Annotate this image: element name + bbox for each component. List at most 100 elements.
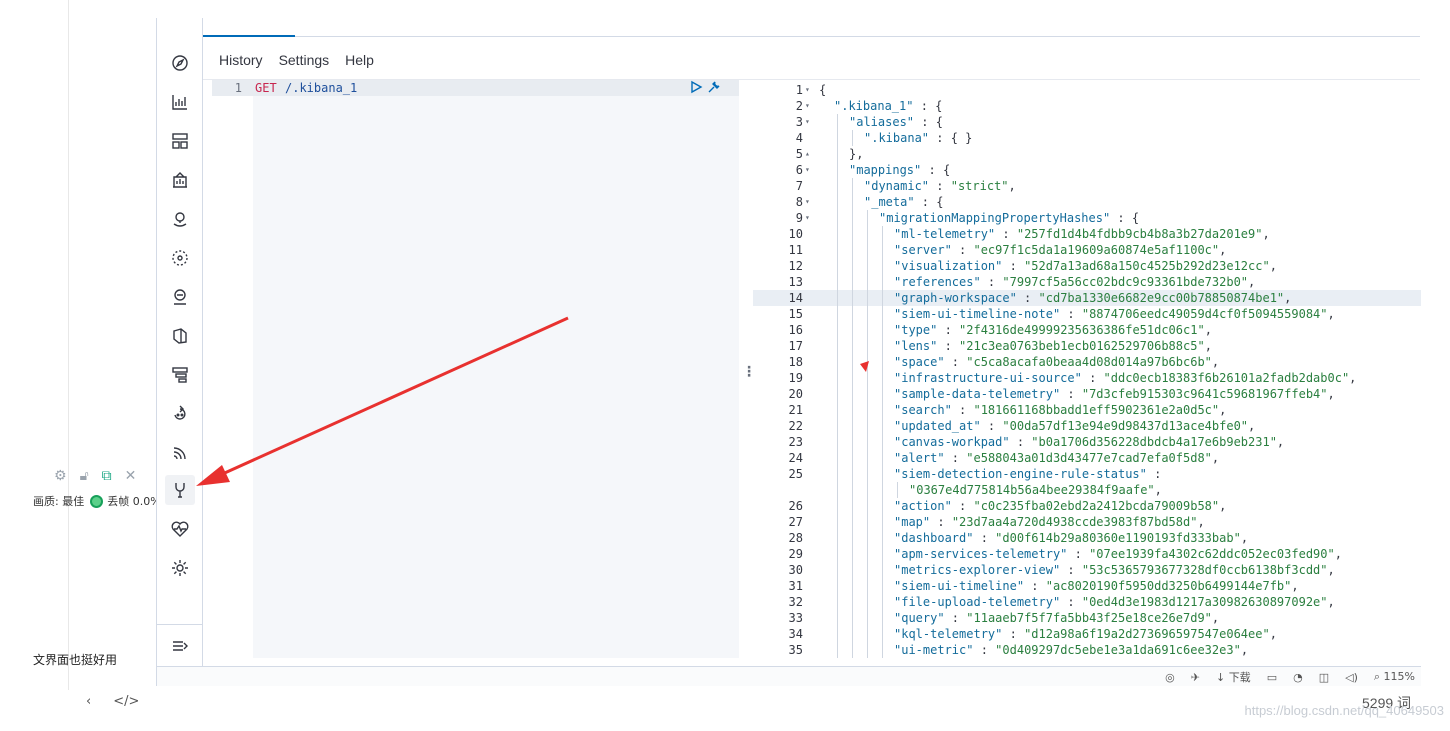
fold-toggle-icon[interactable]: ▾ <box>805 114 810 130</box>
background-status: 画质: 最佳 丢帧 0.0% <box>33 493 161 509</box>
fold-toggle-icon[interactable]: ▾ <box>805 162 810 178</box>
dashboard-icon[interactable] <box>165 126 195 156</box>
response-line-number: 1 <box>795 83 803 97</box>
screen-icon[interactable]: ▭ <box>1267 671 1277 684</box>
response-line-number: 11 <box>788 243 803 257</box>
response-line[interactable]: "0367e4d775814b56a4bee29384f9aafe", <box>753 482 1421 498</box>
response-line[interactable]: 30 "metrics-explorer-view" : "53c53657936… <box>753 562 1421 578</box>
request-line-number: 1 <box>234 81 242 95</box>
window-icon[interactable]: ◫ <box>1319 671 1329 684</box>
response-line[interactable]: 20 "sample-data-telemetry" : "7d3cfeb9153… <box>753 386 1421 402</box>
response-line[interactable]: 27 "map" : "23d7aa4a720d4938ccde3983f87bd… <box>753 514 1421 530</box>
back-icon[interactable]: ‹ <box>86 694 91 709</box>
response-line-number: 5 <box>795 147 803 161</box>
response-line[interactable]: 17 "lens" : "21c3ea0763beb1ecb0162529706b… <box>753 338 1421 354</box>
response-line[interactable]: 21 "search" : "181661168bbadd1eff5902361e… <box>753 402 1421 418</box>
discover-icon[interactable] <box>165 48 195 78</box>
dev-tools-icon[interactable] <box>165 475 195 505</box>
response-line[interactable]: 19 "infrastructure-ui-source" : "ddc0ecb1… <box>753 370 1421 386</box>
download-icon[interactable]: ↓ 下载 <box>1216 669 1251 685</box>
code-icon[interactable]: </> <box>113 694 139 709</box>
management-gear-icon[interactable] <box>165 553 195 583</box>
wrench-icon[interactable] <box>707 80 721 94</box>
response-line[interactable]: 14 "graph-workspace" : "cd7ba1330e6682e9c… <box>753 290 1421 306</box>
logs-icon[interactable] <box>165 321 195 351</box>
response-viewer[interactable]: 1 ▾{2 ▾ ".kibana_1" : {3 ▾ "aliases" : {4 ".ki… <box>753 80 1421 658</box>
globe-icon[interactable]: ◎ <box>1165 671 1175 684</box>
response-line[interactable]: 32 "file-upload-telemetry" : "0ed4d3e1983… <box>753 594 1421 610</box>
close-icon[interactable]: ✕ <box>125 468 137 484</box>
fold-toggle-icon[interactable]: ▾ <box>805 82 810 98</box>
pin-icon[interactable]: ✈ <box>1191 671 1200 684</box>
response-line[interactable]: 25 "siem-detection-engine-rule-status" : <box>753 466 1421 482</box>
response-line[interactable]: 13 "references" : "7997cf5a56cc02bdc9c933… <box>753 274 1421 290</box>
response-line[interactable]: 29 "apm-services-telemetry" : "07ee1939fa… <box>753 546 1421 562</box>
response-line[interactable]: 16 "type" : "2f4316de49999235636386fe51dc… <box>753 322 1421 338</box>
response-line[interactable]: 28 "dashboard" : "d00f614b29a80360e119019… <box>753 530 1421 546</box>
response-line[interactable]: 8 ▾ "_meta" : { <box>753 194 1421 210</box>
menu-settings[interactable]: Settings <box>279 52 330 68</box>
top-tab-bar <box>203 18 1420 37</box>
menu-history[interactable]: History <box>219 52 263 68</box>
uptime-icon[interactable] <box>165 399 195 429</box>
siem-icon[interactable] <box>165 438 195 468</box>
infrastructure-icon[interactable] <box>165 282 195 312</box>
response-line[interactable]: 31 "siem-ui-timeline" : "ac8020190f5950dd… <box>753 578 1421 594</box>
menu-help[interactable]: Help <box>345 52 374 68</box>
indent-guide <box>852 178 853 658</box>
collapse-nav-icon[interactable] <box>165 631 195 661</box>
request-line[interactable]: 1 GET /.kibana_1 <box>212 80 739 96</box>
request-editor[interactable]: 1 GET /.kibana_1 <box>212 80 739 658</box>
volume-icon[interactable]: ◁) <box>1345 671 1358 684</box>
fold-toggle-icon[interactable]: ▾ <box>805 210 810 226</box>
play-icon[interactable] <box>689 80 703 94</box>
response-line-number: 17 <box>788 339 803 353</box>
watermark: https://blog.csdn.net/qq_40649503 <box>1244 703 1445 718</box>
canvas-icon[interactable] <box>165 165 195 195</box>
compass-icon[interactable]: ◔ <box>1293 671 1303 684</box>
visualize-icon[interactable] <box>165 87 195 117</box>
response-code: "space" : "c5ca8acafa0beaa4d08d014a97b6b… <box>894 355 1220 369</box>
fold-toggle-icon[interactable]: ▾ <box>805 98 810 114</box>
response-line[interactable]: 7 "dynamic" : "strict", <box>753 178 1421 194</box>
response-line[interactable]: 2 ▾ ".kibana_1" : { <box>753 98 1421 114</box>
response-line[interactable]: 9 ▾ "migrationMappingPropertyHashes" : { <box>753 210 1421 226</box>
response-line[interactable]: 23 "canvas-workpad" : "b0a1706d356228dbdc… <box>753 434 1421 450</box>
monitoring-icon[interactable] <box>165 514 195 544</box>
background-divider <box>68 0 69 690</box>
response-line[interactable]: 34 "kql-telemetry" : "d12a98a6f19a2d27369… <box>753 626 1421 642</box>
response-line[interactable]: 11 "server" : "ec97f1c5da1a19609a60874e5a… <box>753 242 1421 258</box>
response-line[interactable]: 5 ▴}, <box>753 146 1421 162</box>
response-line[interactable]: 12 "visualization" : "52d7a13ad68a150c452… <box>753 258 1421 274</box>
response-line[interactable]: 24 "alert" : "e588043a01d3d43477e7cad7efa… <box>753 450 1421 466</box>
lock-icon[interactable]: 🔓︎ <box>80 468 89 484</box>
response-line[interactable]: 15 "siem-ui-timeline-note" : "8874706eedc… <box>753 306 1421 322</box>
ml-icon[interactable] <box>165 243 195 273</box>
response-line-number: 2 <box>795 99 803 113</box>
response-line[interactable]: 10 "ml-telemetry" : "257fd1d4b4fdbb9cb4b8… <box>753 226 1421 242</box>
response-line[interactable]: 35 "ui-metric" : "0d409297dc5ebe1e3a1da69… <box>753 642 1421 658</box>
response-line[interactable]: 3 ▾ "aliases" : { <box>753 114 1421 130</box>
response-code: "ui-metric" : "0d409297dc5ebe1e3a1da691c… <box>894 643 1249 657</box>
response-line[interactable]: 4 ".kibana" : { } <box>753 130 1421 146</box>
response-line[interactable]: 6 ▾ "mappings" : { <box>753 162 1421 178</box>
response-line[interactable]: 33 "query" : "11aaeb7f5f7fa5bb43f25e18ce2… <box>753 610 1421 626</box>
response-line[interactable]: 1 ▾ { <box>753 82 1421 98</box>
response-line[interactable]: 26 "action" : "c0c235fba02ebd2a2412bcda79… <box>753 498 1421 514</box>
fold-toggle-icon[interactable]: ▴ <box>805 146 810 162</box>
maps-icon[interactable] <box>165 204 195 234</box>
settings-icon[interactable]: ⚙ <box>54 468 67 484</box>
response-line-number: 13 <box>788 275 803 289</box>
response-line[interactable]: 18 "space" : "c5ca8acafa0beaa4d08d014a97b… <box>753 354 1421 370</box>
response-code: ".kibana" : { } <box>864 131 973 145</box>
fold-toggle-icon[interactable]: ▾ <box>805 194 810 210</box>
apm-icon[interactable] <box>165 360 195 390</box>
zoom-icon[interactable]: ⌕ 115% <box>1374 670 1415 684</box>
response-line-number: 8 <box>795 195 803 209</box>
response-line[interactable]: 22 "updated_at" : "00da57df13e94e9d98437d… <box>753 418 1421 434</box>
screen: ⚙ 🔓︎ ⧉ ✕ 画质: 最佳 丢帧 0.0% 文界面也挺好用 ‹ </> Hi… <box>0 0 1450 731</box>
background-note: 文界面也挺好用 <box>33 653 118 667</box>
response-line-number: 22 <box>788 419 803 433</box>
request-method: GET <box>255 81 277 95</box>
popout-icon[interactable]: ⧉ <box>102 468 112 484</box>
